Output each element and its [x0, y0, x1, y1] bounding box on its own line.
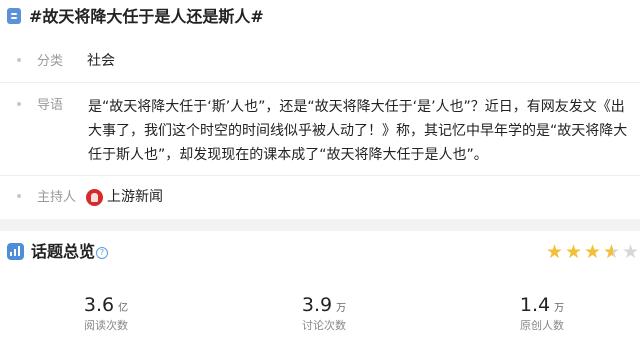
stat-read-count: 3.6 亿 阅读次数 — [46, 293, 166, 333]
bar-chart-icon — [10, 246, 20, 256]
rating-stars: ★ ★ ★★ ★ — [546, 241, 640, 263]
star-full-icon: ★ — [565, 241, 583, 263]
star-half-icon: ★ — [603, 243, 622, 262]
stat-label: 讨论次数 — [302, 319, 346, 332]
stat-label: 原创人数 — [520, 319, 564, 332]
host-label-row: 主持人 — [17, 188, 76, 208]
intro-label-row: 导语 — [17, 96, 63, 116]
stat-unit: 万 — [336, 303, 347, 314]
host-label: 主持人 — [37, 190, 77, 205]
topic-intro-text: 是“故天将降大任于‘斯’人也”，还是“故天将降大任于‘是’人也”？近日，有网友发… — [88, 99, 628, 163]
overview-title: 话题总览 — [31, 242, 96, 261]
host-name-link[interactable]: 上游新闻 — [107, 186, 163, 208]
intro-label: 导语 — [37, 98, 64, 113]
bullet-dot-icon — [17, 193, 21, 198]
category-label-row: 分类 — [17, 52, 63, 72]
category-value[interactable]: 社会 — [87, 50, 115, 72]
row-divider — [0, 82, 640, 83]
chart-stats-icon — [7, 243, 24, 260]
bullet-dot-icon — [17, 57, 21, 62]
star-full-icon: ★ — [584, 241, 602, 263]
help-icon[interactable]: ? — [96, 247, 108, 259]
section-separator — [0, 219, 640, 231]
stat-value: 3.9 — [301, 294, 333, 316]
stat-value: 3.6 — [83, 294, 115, 316]
page-title: #故天将降大任于是人还是斯人# — [29, 7, 264, 26]
category-label: 分类 — [37, 54, 64, 69]
stat-discussion-count: 3.9 万 讨论次数 — [264, 293, 384, 333]
bullet-dot-icon — [17, 101, 21, 106]
stat-label: 阅读次数 — [84, 319, 128, 332]
stat-unit: 万 — [554, 303, 565, 314]
stat-value: 1.4 — [519, 294, 551, 316]
row-divider — [0, 175, 640, 176]
stat-unit: 亿 — [118, 303, 129, 314]
host-avatar-icon[interactable] — [86, 189, 103, 206]
stat-original-authors: 1.4 万 原创人数 — [482, 293, 602, 333]
star-full-icon: ★ — [546, 241, 564, 263]
topic-document-icon — [7, 8, 21, 24]
star-empty-icon: ★ — [622, 241, 640, 263]
